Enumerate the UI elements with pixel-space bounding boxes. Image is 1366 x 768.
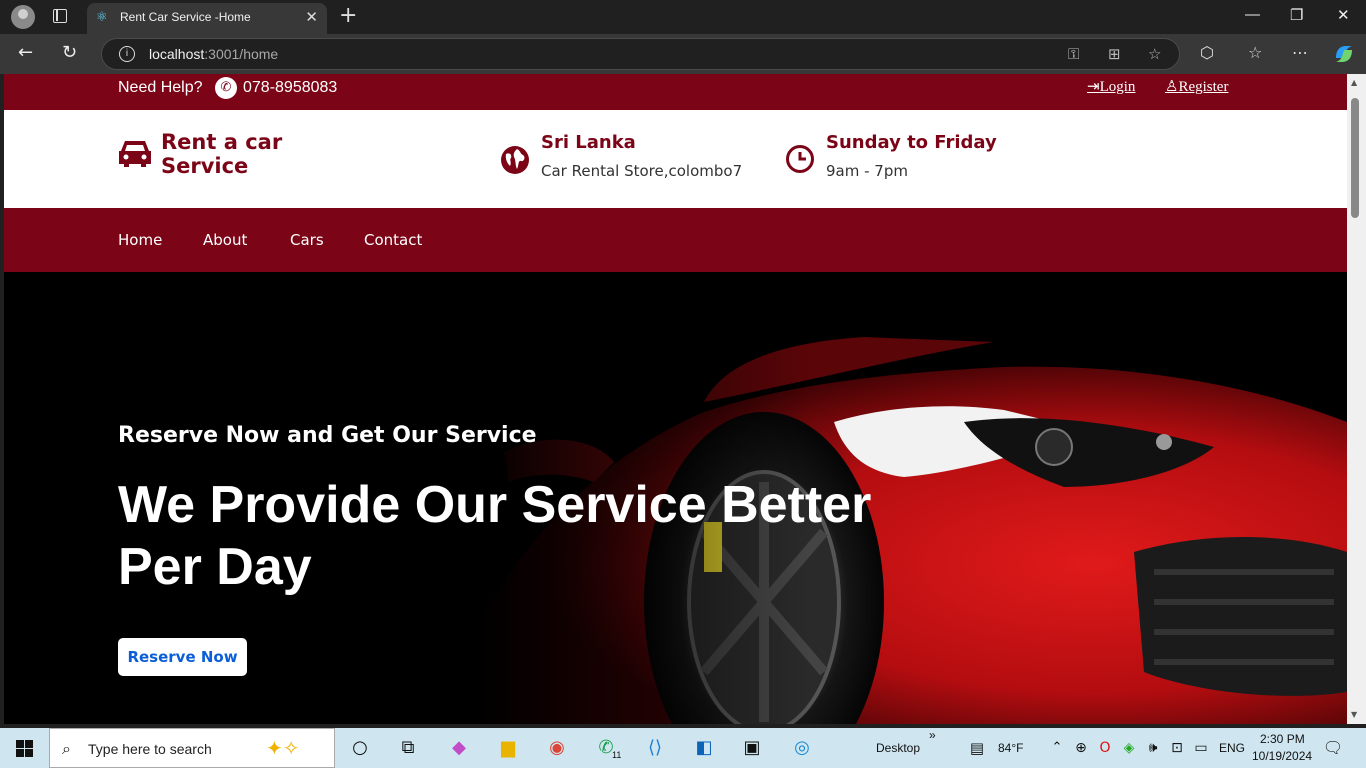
favorite-star-icon[interactable]: ☆ (1148, 45, 1161, 63)
taskbar-search[interactable]: ⌕ Type here to search ✦✧ (49, 728, 335, 768)
hours-title: Sunday to Friday (826, 132, 997, 153)
location-title: Sri Lanka (541, 132, 636, 153)
phone-number[interactable]: 078-8958083 (243, 79, 337, 97)
scroll-thumb[interactable] (1351, 98, 1359, 218)
network-globe-icon[interactable]: ⊕ (1068, 736, 1094, 760)
nav-home[interactable]: Home (118, 231, 162, 249)
language-indicator[interactable]: ENG (1219, 741, 1245, 755)
sparkle-icon: ✦✧ (266, 736, 300, 760)
site-header: Rent a car Service Sri Lanka Car Rental … (4, 110, 1347, 208)
address-bar[interactable]: i localhost:3001/home ⚿ ⊞ ☆ (101, 38, 1180, 70)
close-window-icon[interactable]: ✕ (1337, 6, 1350, 24)
globe-icon (501, 146, 529, 174)
tab-actions-icon[interactable] (53, 9, 67, 23)
hours-subtitle: 9am - 7pm (826, 162, 908, 180)
scroll-down-icon[interactable]: ▼ (1351, 710, 1357, 719)
restore-icon[interactable]: ❐ (1290, 6, 1303, 24)
tab-title: Rent Car Service -Home (120, 10, 251, 24)
terminal-icon[interactable]: ▣ (739, 736, 765, 760)
apps-icon[interactable]: ⊞ (1108, 45, 1121, 63)
scroll-up-icon[interactable]: ▲ (1351, 78, 1357, 87)
weather-temp[interactable]: 84°F (998, 741, 1023, 755)
tab-close-icon[interactable]: ✕ (305, 8, 318, 26)
hero-headline: We Provide Our Service Better Per Day (118, 476, 872, 596)
brand-line-1: Rent a car (161, 130, 283, 154)
favorites-icon[interactable]: ☆ (1248, 43, 1262, 62)
security-icon[interactable]: ◈ (1116, 736, 1142, 760)
browser-toolbar: ← ↻ i localhost:3001/home ⚿ ⊞ ☆ ⬡ ☆ ⋯ (0, 34, 1366, 74)
car-icon (119, 141, 151, 167)
refresh-icon[interactable]: ↻ (62, 42, 77, 64)
opera-icon[interactable]: O (1092, 736, 1118, 760)
clock-time[interactable]: 2:30 PM (1260, 732, 1305, 746)
web-page: Need Help? ✆ 078-8958083 ⇥Login ♙Registe… (4, 74, 1347, 724)
more-menu-icon[interactable]: ⋯ (1292, 43, 1308, 62)
windows-start-icon[interactable] (16, 740, 33, 757)
url-text[interactable]: localhost:3001/home (149, 46, 278, 62)
page-scrollbar[interactable]: ▲ ▼ (1347, 74, 1366, 724)
chrome-icon[interactable]: ◉ (544, 736, 570, 760)
nav-contact[interactable]: Contact (364, 231, 422, 249)
browser-tab[interactable]: ⚛ Rent Car Service -Home ✕ (87, 3, 327, 34)
back-icon[interactable]: ← (18, 42, 33, 64)
brand-name[interactable]: Rent a car Service (161, 130, 282, 178)
login-icon: ⇥ (1087, 79, 1100, 95)
task-view-icon[interactable]: ⧉ (395, 736, 421, 760)
lync-icon[interactable]: ◧ (691, 736, 717, 760)
edge-icon[interactable]: ◎ (789, 736, 815, 760)
hero-tagline: Reserve Now and Get Our Service (118, 423, 537, 448)
cortana-icon[interactable]: ○ (347, 736, 373, 760)
reserve-now-button[interactable]: Reserve Now (118, 638, 247, 676)
clock-icon (786, 145, 814, 173)
location-subtitle: Car Rental Store,colombo7 (541, 162, 743, 180)
nav-about[interactable]: About (203, 231, 247, 249)
copilot-app-icon[interactable]: ◆ (446, 736, 472, 760)
file-explorer-icon[interactable]: ▆ (495, 736, 521, 760)
site-info-icon[interactable]: i (119, 46, 135, 62)
extensions-icon[interactable]: ⬡ (1200, 43, 1214, 62)
notifications-icon[interactable]: 🗨 (1320, 736, 1346, 760)
key-icon[interactable]: ⚿ (1068, 45, 1079, 63)
copilot-icon[interactable] (1332, 42, 1356, 66)
vscode-icon[interactable]: ⟨⟩ (642, 736, 668, 760)
chevron-right-icon[interactable]: » (929, 728, 936, 742)
brand-line-2: Service (161, 154, 249, 178)
chevron-up-icon[interactable]: ⌃ (1044, 736, 1070, 760)
weather-icon[interactable]: ▤ (964, 736, 990, 760)
login-link[interactable]: ⇥Login (1087, 77, 1135, 96)
profile-avatar-icon[interactable] (11, 5, 35, 29)
browser-tab-bar: ⚛ Rent Car Service -Home ✕ + — ❐ ✕ (0, 0, 1366, 34)
search-placeholder: Type here to search (88, 741, 212, 757)
phone-icon: ✆ (215, 77, 237, 99)
windows-taskbar: ⌕ Type here to search ✦✧ ○ ⧉ ◆ ▆ ◉ ✆ 11 … (0, 728, 1366, 768)
desktop-label[interactable]: Desktop (876, 741, 920, 755)
user-icon: ♙ (1165, 79, 1179, 95)
main-nav: Home About Cars Contact (4, 208, 1347, 272)
register-link[interactable]: ♙Register (1165, 77, 1228, 96)
meet-icon[interactable]: ⊡ (1164, 736, 1190, 760)
react-favicon-icon: ⚛ (96, 10, 108, 25)
hero-banner: Reserve Now and Get Our Service We Provi… (4, 272, 1347, 724)
volume-icon[interactable]: 🕪 (1140, 736, 1166, 760)
battery-icon[interactable]: ▭ (1188, 736, 1214, 760)
nav-cars[interactable]: Cars (290, 231, 324, 249)
new-tab-icon[interactable]: + (339, 3, 357, 28)
whatsapp-badge: 11 (612, 750, 622, 760)
top-bar: Need Help? ✆ 078-8958083 ⇥Login ♙Registe… (4, 74, 1347, 110)
need-help-label: Need Help? (118, 79, 203, 96)
clock-date[interactable]: 10/19/2024 (1252, 749, 1312, 763)
search-icon: ⌕ (62, 739, 71, 758)
minimize-icon[interactable]: — (1245, 6, 1260, 23)
